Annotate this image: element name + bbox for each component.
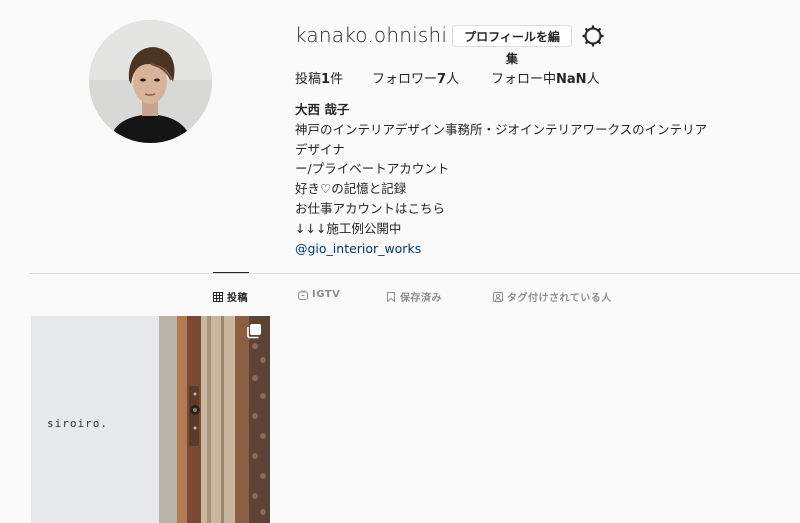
- divider: [30, 273, 800, 274]
- bio-line: ↓↓↓施工例公開中: [295, 220, 402, 236]
- bio-line: お仕事アカウントはこちら: [295, 200, 446, 216]
- username: kanako.ohnishi: [295, 23, 448, 47]
- tab-tagged[interactable]: タグ付けされている人: [493, 289, 612, 304]
- bio-line: 神戸のインテリアデザイン事務所・ジオインテリアワークスのインテリアデザイナ: [295, 121, 708, 157]
- igtv-icon: [298, 289, 308, 300]
- following-label: フォロー中: [491, 72, 557, 87]
- followers-suffix: 人: [446, 72, 460, 87]
- post-overlay-text: siroiro.: [47, 417, 108, 430]
- profile-page: kanako.ohnishi プロフィールを編集 投稿1件 フォロワー7人 フォ…: [0, 0, 800, 523]
- following-suffix: 人: [586, 72, 600, 87]
- tab-label: タグ付けされている人: [507, 293, 612, 304]
- full-name: 大西 哉子: [295, 102, 350, 117]
- tab-posts[interactable]: 投稿: [213, 289, 248, 304]
- posts-number: 1: [321, 72, 331, 87]
- bio-line: ー/プライベートアカウント: [295, 161, 450, 177]
- followers-label: フォロワー: [372, 72, 438, 87]
- gear-icon[interactable]: [582, 25, 604, 47]
- active-tab-indicator: [213, 272, 249, 273]
- grid-icon: [213, 291, 223, 302]
- tab-label: 投稿: [227, 293, 248, 304]
- followers-number: 7: [437, 72, 447, 87]
- posts-suffix: 件: [330, 72, 344, 87]
- posts-count: 投稿1件: [295, 68, 343, 87]
- bio-line: 好き♡の記憶と記録: [295, 181, 407, 197]
- mention-link[interactable]: @gio_interior_works: [295, 239, 715, 259]
- tab-igtv[interactable]: IGTV: [298, 289, 340, 300]
- tag-person-icon: [493, 291, 503, 302]
- posts-label: 投稿: [295, 72, 322, 87]
- avatar-image: [89, 20, 212, 143]
- following-number: NaN: [556, 72, 587, 87]
- tab-label: 保存済み: [400, 293, 442, 304]
- followers-count[interactable]: フォロワー7人: [372, 68, 459, 87]
- multiple-images-icon: [246, 323, 262, 339]
- tab-label: IGTV: [312, 289, 341, 300]
- bookmark-icon: [387, 291, 395, 302]
- tab-saved[interactable]: 保存済み: [386, 289, 442, 304]
- bio: 大西 哉子 神戸のインテリアデザイン事務所・ジオインテリアワークスのインテリアデ…: [295, 100, 715, 258]
- post-thumbnail[interactable]: siroiro.: [31, 316, 270, 523]
- avatar[interactable]: [89, 20, 212, 143]
- following-count[interactable]: フォロー中NaN人: [491, 68, 600, 87]
- edit-profile-button[interactable]: プロフィールを編集: [452, 25, 572, 66]
